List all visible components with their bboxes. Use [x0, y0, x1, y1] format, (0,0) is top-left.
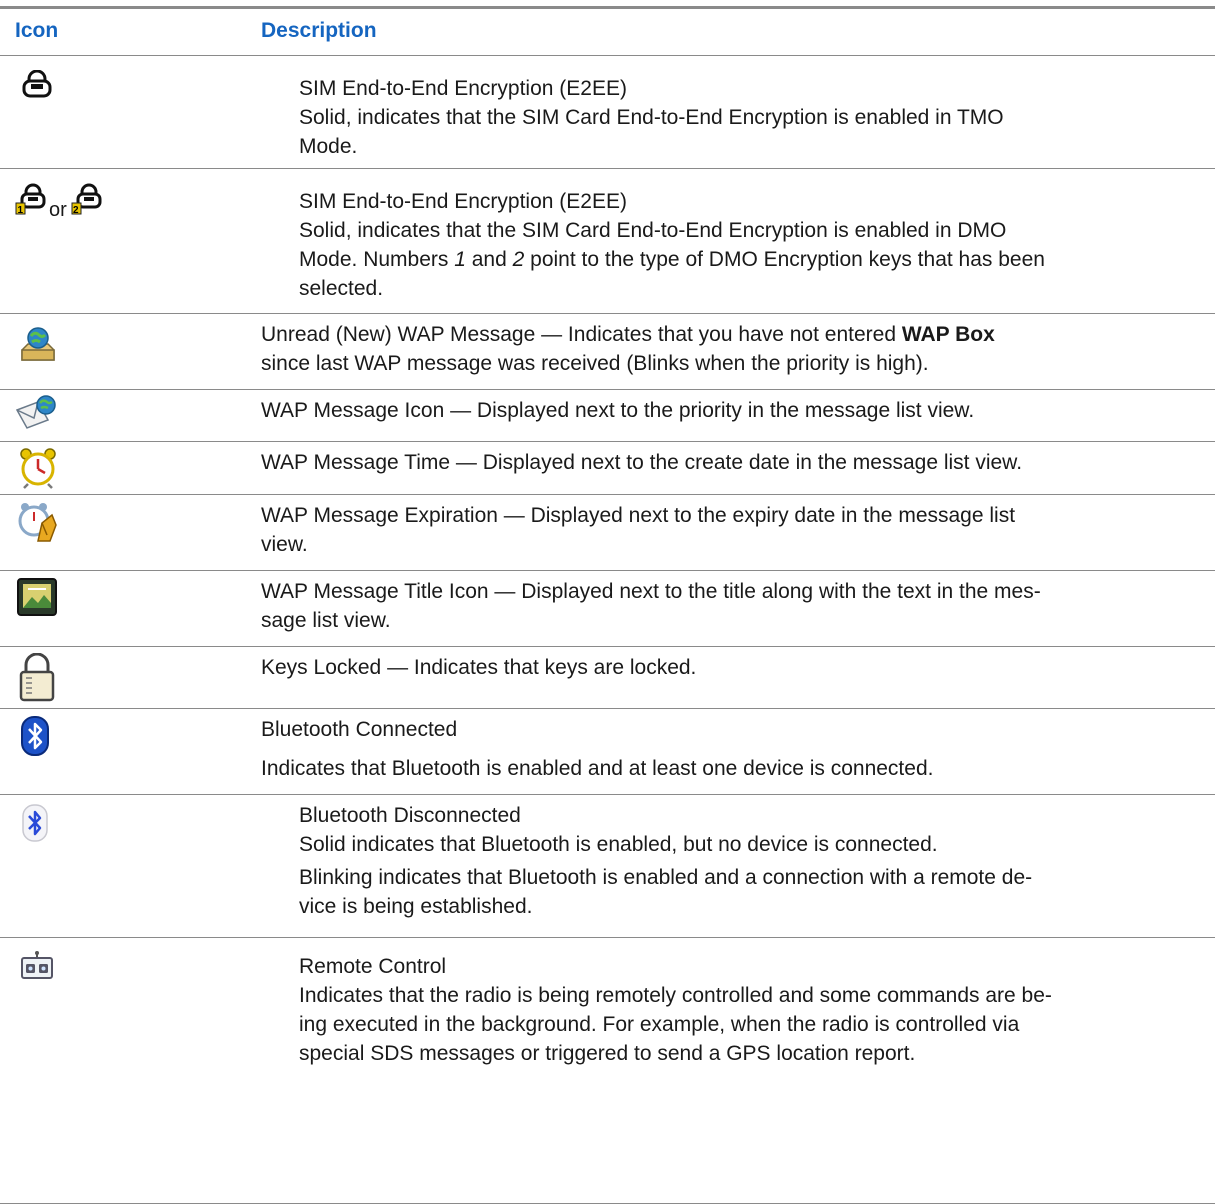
row-text: WAP Message Title Icon — Displayed next …: [261, 580, 1041, 632]
row-description: WAP Message Title Icon — Displayed next …: [261, 577, 1191, 635]
row-text: WAP Message Icon — Displayed next to the…: [261, 399, 975, 422]
wap-unread-icon: [21, 327, 55, 361]
bluetooth-disconnected-icon: [22, 804, 48, 842]
row-text: Solid, indicates that the SIM Card End-t…: [299, 219, 1045, 300]
row-title: Bluetooth Connected: [261, 718, 458, 741]
row-description: Keys Locked — Indicates that keys are lo…: [261, 653, 1191, 682]
svg-text:1: 1: [18, 205, 24, 215]
row-description: WAP Message Time — Displayed next to the…: [261, 448, 1191, 477]
table-header: Icon Description: [0, 9, 1215, 56]
row-text: WAP Message Expiration — Displayed next …: [261, 504, 1016, 556]
or-label: or: [49, 199, 67, 221]
row-description: Bluetooth Connected Indicates that Bluet…: [261, 715, 1191, 783]
alarm-clock-icon: [20, 448, 56, 489]
table-row: 1 or 2 SIM End-to-End Encryption (E2EE) …: [0, 169, 1215, 314]
row-text: WAP Message Time — Displayed next to the…: [261, 451, 1023, 474]
row-description: SIM End-to-End Encryption (E2EE) Solid, …: [299, 187, 1189, 303]
row-title: SIM End-to-End Encryption (E2EE): [299, 77, 627, 100]
table-row: Bluetooth Disconnected Solid indicates t…: [0, 795, 1215, 938]
row-description: Remote Control Indicates that the radio …: [299, 952, 1189, 1068]
table-row: WAP Message Title Icon — Displayed next …: [0, 571, 1215, 647]
row-description: WAP Message Expiration — Displayed next …: [261, 501, 1191, 559]
row-description: SIM End-to-End Encryption (E2EE) Solid, …: [299, 74, 1189, 161]
column-header-description: Description: [261, 19, 377, 42]
row-title: Bluetooth Disconnected: [299, 804, 521, 827]
row-description: Bluetooth Disconnected Solid indicates t…: [299, 801, 1189, 921]
table-row: Remote Control Indicates that the radio …: [0, 938, 1215, 1204]
table-row: Bluetooth Connected Indicates that Bluet…: [0, 709, 1215, 795]
wap-message-icon: [15, 395, 56, 429]
row-title: SIM End-to-End Encryption (E2EE): [299, 190, 627, 213]
remote-control-icon: [21, 951, 53, 979]
row-description: Unread (New) WAP Message — Indicates tha…: [261, 320, 1191, 378]
table-row: Keys Locked — Indicates that keys are lo…: [0, 647, 1215, 709]
wap-expiration-icon: [18, 503, 57, 542]
row-text: Indicates that Bluetooth is enabled and …: [261, 757, 934, 780]
table-row: SIM End-to-End Encryption (E2EE) Solid, …: [0, 56, 1215, 169]
row-text: Indicates that the radio is being remote…: [299, 984, 1052, 1065]
table-row: Unread (New) WAP Message — Indicates tha…: [0, 314, 1215, 390]
sim-e2ee-dmo-key2-icon: 2: [71, 183, 102, 215]
table-row: WAP Message Expiration — Displayed next …: [0, 495, 1215, 571]
row-text: Solid indicates that Bluetooth is enable…: [299, 833, 938, 856]
row-text: Solid, indicates that the SIM Card End-t…: [299, 106, 1004, 158]
sim-e2ee-dmo-key1-icon: 1: [15, 183, 46, 215]
table-row: WAP Message Time — Displayed next to the…: [0, 442, 1215, 495]
keys-locked-icon: [19, 653, 55, 702]
row-text: Unread (New) WAP Message — Indicates tha…: [261, 323, 995, 375]
table-row: WAP Message Icon — Displayed next to the…: [0, 390, 1215, 442]
bluetooth-connected-icon: [21, 716, 49, 756]
wap-box-term: WAP Box: [901, 323, 995, 346]
row-description: WAP Message Icon — Displayed next to the…: [261, 396, 1191, 425]
wap-title-icon: [17, 578, 57, 616]
sim-e2ee-tmo-icon: [22, 70, 52, 98]
row-text: Keys Locked — Indicates that keys are lo…: [261, 656, 697, 679]
svg-text:2: 2: [73, 205, 79, 215]
column-header-icon: Icon: [15, 19, 59, 42]
row-text: Blinking indicates that Bluetooth is ena…: [299, 866, 1033, 918]
row-title: Remote Control: [299, 955, 447, 978]
